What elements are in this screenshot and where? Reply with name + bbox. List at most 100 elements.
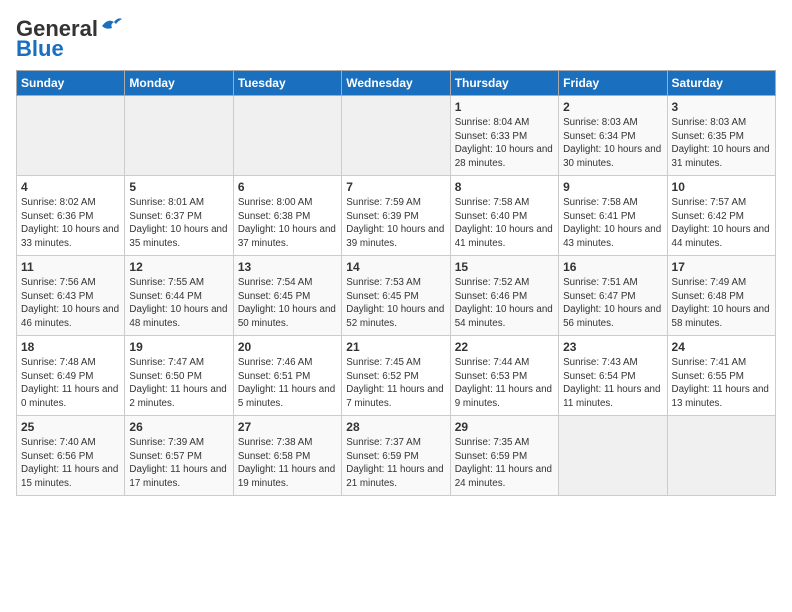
weekday-header-cell: Saturday	[667, 71, 775, 96]
weekday-header-cell: Tuesday	[233, 71, 341, 96]
day-info: Sunrise: 8:02 AM Sunset: 6:36 PM Dayligh…	[21, 196, 120, 251]
calendar-day-cell: 1 Sunrise: 8:04 AM Sunset: 6:33 PM Daylig…	[450, 96, 558, 176]
calendar-week-row: 18Sunrise: 7:48 AM Sunset: 6:49 PM Dayli…	[17, 336, 776, 416]
day-info: Sunrise: 7:46 AM Sunset: 6:51 PM Dayligh…	[238, 356, 337, 411]
day-number: 18	[21, 340, 120, 354]
day-info: Sunrise: 8:03 AM Sunset: 6:34 PM Dayligh…	[563, 116, 662, 171]
day-info: Sunrise: 8:04 AM Sunset: 6:33 PM Dayligh…	[455, 116, 554, 171]
day-number: 8	[455, 180, 554, 194]
day-number: 24	[672, 340, 771, 354]
day-info: Sunrise: 7:57 AM Sunset: 6:42 PM Dayligh…	[672, 196, 771, 251]
calendar-week-row: 11 Sunrise: 7:56 AM Sunset: 6:43 PM Dayli…	[17, 256, 776, 336]
day-info: Sunrise: 8:01 AM Sunset: 6:37 PM Dayligh…	[129, 196, 228, 251]
calendar-day-cell	[667, 416, 775, 496]
calendar-day-cell: 26 Sunrise: 7:39 AM Sunset: 6:57 PM Dayli…	[125, 416, 233, 496]
calendar-day-cell: 21 Sunrise: 7:45 AM Sunset: 6:52 PM Dayli…	[342, 336, 450, 416]
day-info: Sunrise: 7:44 AM Sunset: 6:53 PM Dayligh…	[455, 356, 554, 411]
day-number: 20	[238, 340, 337, 354]
day-number: 13	[238, 260, 337, 274]
day-number: 11	[21, 260, 120, 274]
day-info: Sunrise: 7:51 AM Sunset: 6:47 PM Dayligh…	[563, 276, 662, 331]
calendar-day-cell: 3 Sunrise: 8:03 AM Sunset: 6:35 PM Daylig…	[667, 96, 775, 176]
calendar-day-cell: 18Sunrise: 7:48 AM Sunset: 6:49 PM Dayli…	[17, 336, 125, 416]
logo-blue: Blue	[16, 36, 64, 62]
logo: General Blue	[16, 16, 122, 62]
calendar-body: 1 Sunrise: 8:04 AM Sunset: 6:33 PM Daylig…	[17, 96, 776, 496]
day-info: Sunrise: 8:00 AM Sunset: 6:38 PM Dayligh…	[238, 196, 337, 251]
calendar-day-cell: 9 Sunrise: 7:58 AM Sunset: 6:41 PM Daylig…	[559, 176, 667, 256]
day-info: Sunrise: 7:40 AM Sunset: 6:56 PM Dayligh…	[21, 436, 120, 491]
calendar-day-cell: 19 Sunrise: 7:47 AM Sunset: 6:50 PM Dayli…	[125, 336, 233, 416]
day-number: 28	[346, 420, 445, 434]
calendar-day-cell	[559, 416, 667, 496]
calendar-day-cell: 27 Sunrise: 7:38 AM Sunset: 6:58 PM Dayli…	[233, 416, 341, 496]
day-info: Sunrise: 7:47 AM Sunset: 6:50 PM Dayligh…	[129, 356, 228, 411]
day-number: 23	[563, 340, 662, 354]
calendar-day-cell: 15 Sunrise: 7:52 AM Sunset: 6:46 PM Dayli…	[450, 256, 558, 336]
day-number: 6	[238, 180, 337, 194]
day-info: Sunrise: 8:03 AM Sunset: 6:35 PM Dayligh…	[672, 116, 771, 171]
logo-bird-icon	[100, 16, 122, 34]
calendar-day-cell: 4Sunrise: 8:02 AM Sunset: 6:36 PM Daylig…	[17, 176, 125, 256]
calendar-week-row: 25 Sunrise: 7:40 AM Sunset: 6:56 PM Dayli…	[17, 416, 776, 496]
day-info: Sunrise: 7:37 AM Sunset: 6:59 PM Dayligh…	[346, 436, 445, 491]
day-number: 3	[672, 100, 771, 114]
calendar-day-cell: 6 Sunrise: 8:00 AM Sunset: 6:38 PM Daylig…	[233, 176, 341, 256]
calendar-day-cell: 12 Sunrise: 7:55 AM Sunset: 6:44 PM Dayli…	[125, 256, 233, 336]
day-info: Sunrise: 7:38 AM Sunset: 6:58 PM Dayligh…	[238, 436, 337, 491]
day-info: Sunrise: 7:52 AM Sunset: 6:46 PM Dayligh…	[455, 276, 554, 331]
day-number: 15	[455, 260, 554, 274]
calendar-day-cell	[233, 96, 341, 176]
day-info: Sunrise: 7:53 AM Sunset: 6:45 PM Dayligh…	[346, 276, 445, 331]
calendar-day-cell: 20 Sunrise: 7:46 AM Sunset: 6:51 PM Dayli…	[233, 336, 341, 416]
day-info: Sunrise: 7:41 AM Sunset: 6:55 PM Dayligh…	[672, 356, 771, 411]
day-number: 21	[346, 340, 445, 354]
calendar-day-cell: 24 Sunrise: 7:41 AM Sunset: 6:55 PM Dayli…	[667, 336, 775, 416]
day-number: 2	[563, 100, 662, 114]
day-number: 9	[563, 180, 662, 194]
calendar-day-cell: 28 Sunrise: 7:37 AM Sunset: 6:59 PM Dayli…	[342, 416, 450, 496]
calendar-day-cell	[17, 96, 125, 176]
day-number: 25	[21, 420, 120, 434]
day-info: Sunrise: 7:45 AM Sunset: 6:52 PM Dayligh…	[346, 356, 445, 411]
day-number: 26	[129, 420, 228, 434]
day-info: Sunrise: 7:58 AM Sunset: 6:41 PM Dayligh…	[563, 196, 662, 251]
day-number: 17	[672, 260, 771, 274]
calendar-day-cell: 13Sunrise: 7:54 AM Sunset: 6:45 PM Dayli…	[233, 256, 341, 336]
calendar-day-cell: 29Sunrise: 7:35 AM Sunset: 6:59 PM Dayli…	[450, 416, 558, 496]
day-info: Sunrise: 7:49 AM Sunset: 6:48 PM Dayligh…	[672, 276, 771, 331]
day-number: 1	[455, 100, 554, 114]
day-number: 16	[563, 260, 662, 274]
day-info: Sunrise: 7:55 AM Sunset: 6:44 PM Dayligh…	[129, 276, 228, 331]
day-number: 5	[129, 180, 228, 194]
day-info: Sunrise: 7:59 AM Sunset: 6:39 PM Dayligh…	[346, 196, 445, 251]
day-info: Sunrise: 7:56 AM Sunset: 6:43 PM Dayligh…	[21, 276, 120, 331]
day-number: 22	[455, 340, 554, 354]
calendar-day-cell: 11 Sunrise: 7:56 AM Sunset: 6:43 PM Dayli…	[17, 256, 125, 336]
calendar-day-cell: 25 Sunrise: 7:40 AM Sunset: 6:56 PM Dayli…	[17, 416, 125, 496]
calendar-day-cell: 17 Sunrise: 7:49 AM Sunset: 6:48 PM Dayli…	[667, 256, 775, 336]
weekday-header-cell: Thursday	[450, 71, 558, 96]
weekday-header-row: SundayMondayTuesdayWednesdayThursdayFrid…	[17, 71, 776, 96]
calendar-week-row: 1 Sunrise: 8:04 AM Sunset: 6:33 PM Daylig…	[17, 96, 776, 176]
calendar-day-cell: 5 Sunrise: 8:01 AM Sunset: 6:37 PM Daylig…	[125, 176, 233, 256]
day-info: Sunrise: 7:39 AM Sunset: 6:57 PM Dayligh…	[129, 436, 228, 491]
calendar-week-row: 4Sunrise: 8:02 AM Sunset: 6:36 PM Daylig…	[17, 176, 776, 256]
day-number: 27	[238, 420, 337, 434]
day-number: 29	[455, 420, 554, 434]
calendar-day-cell: 16 Sunrise: 7:51 AM Sunset: 6:47 PM Dayli…	[559, 256, 667, 336]
calendar-day-cell: 23Sunrise: 7:43 AM Sunset: 6:54 PM Dayli…	[559, 336, 667, 416]
calendar-day-cell	[342, 96, 450, 176]
calendar-day-cell: 7 Sunrise: 7:59 AM Sunset: 6:39 PM Daylig…	[342, 176, 450, 256]
calendar-day-cell: 8 Sunrise: 7:58 AM Sunset: 6:40 PM Daylig…	[450, 176, 558, 256]
weekday-header-cell: Monday	[125, 71, 233, 96]
day-number: 12	[129, 260, 228, 274]
day-number: 10	[672, 180, 771, 194]
calendar-day-cell: 2 Sunrise: 8:03 AM Sunset: 6:34 PM Daylig…	[559, 96, 667, 176]
day-number: 19	[129, 340, 228, 354]
calendar-day-cell: 10 Sunrise: 7:57 AM Sunset: 6:42 PM Dayli…	[667, 176, 775, 256]
weekday-header-cell: Wednesday	[342, 71, 450, 96]
day-number: 7	[346, 180, 445, 194]
day-info: Sunrise: 7:58 AM Sunset: 6:40 PM Dayligh…	[455, 196, 554, 251]
page-header: General Blue	[16, 16, 776, 62]
